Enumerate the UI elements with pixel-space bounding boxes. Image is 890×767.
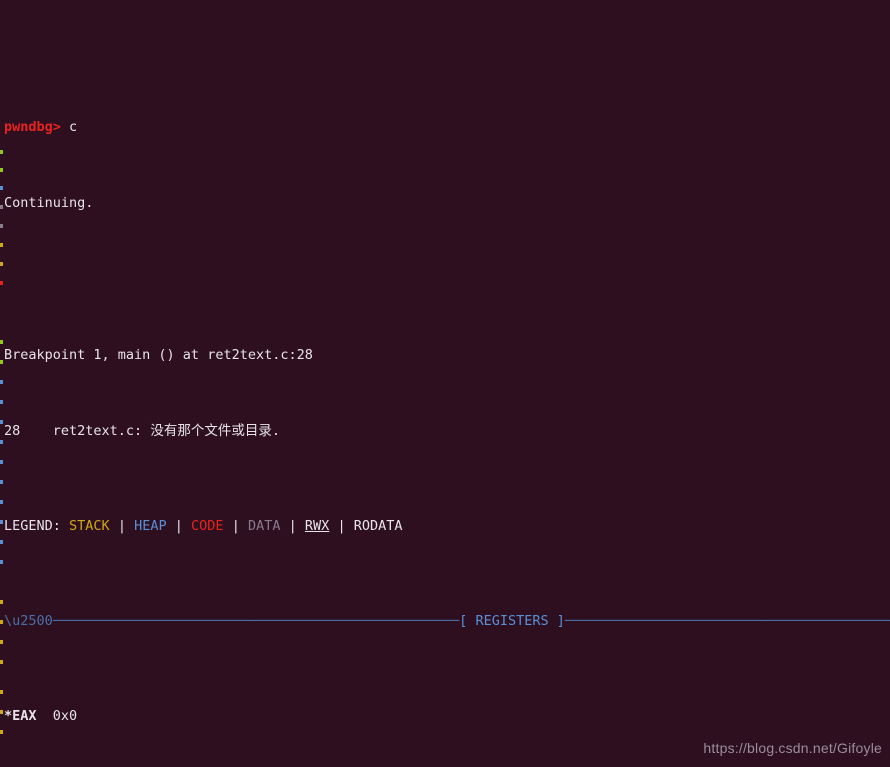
- legend-data: DATA: [247, 518, 281, 534]
- memory-region-tick: [0, 500, 3, 504]
- registers-title: REGISTERS: [475, 613, 549, 629]
- memory-region-tick: [0, 420, 3, 424]
- reg-star-eax: *: [4, 708, 13, 724]
- prompt-label: pwndbg>: [4, 119, 61, 135]
- memory-region-tick: [0, 262, 3, 266]
- memory-region-tick: [0, 480, 3, 484]
- memory-map-gutter: [0, 0, 3, 767]
- continuing-text: Continuing.: [4, 195, 94, 211]
- memory-region-tick: [0, 281, 3, 285]
- memory-region-tick: [0, 730, 3, 734]
- source-line-text: ret2text.c: 没有那个文件或目录.: [52, 423, 280, 439]
- breakpoint-text: Breakpoint 1, main () at ret2text.c:28: [4, 347, 313, 363]
- legend-label: LEGEND:: [4, 518, 61, 534]
- memory-region-tick: [0, 224, 3, 228]
- memory-region-tick: [0, 710, 3, 714]
- memory-region-tick: [0, 440, 3, 444]
- memory-region-tick: [0, 540, 3, 544]
- memory-region-tick: [0, 600, 3, 604]
- prompt-command[interactable]: c: [69, 119, 77, 135]
- memory-region-tick: [0, 360, 3, 364]
- memory-region-tick: [0, 380, 3, 384]
- memory-region-tick: [0, 340, 3, 344]
- legend-sep-1: |: [117, 518, 126, 534]
- legend-line: LEGEND: STACK | HEAP | CODE | DATA | RWX…: [0, 517, 890, 536]
- reg-name-eax: EAX: [12, 708, 37, 724]
- memory-region-tick: [0, 690, 3, 694]
- memory-region-tick: [0, 243, 3, 247]
- legend-heap: HEAP: [134, 518, 167, 534]
- memory-region-tick: [0, 150, 3, 154]
- source-line-number: 28: [4, 423, 21, 439]
- memory-region-tick: [0, 660, 3, 664]
- watermark: https://blog.csdn.net/Gifoyle: [703, 740, 882, 756]
- breakpoint-line: Breakpoint 1, main () at ret2text.c:28: [0, 346, 890, 365]
- terminal-window: pwndbg> c Continuing. Breakpoint 1, main…: [0, 0, 890, 767]
- memory-region-tick: [0, 560, 3, 564]
- memory-region-tick: [0, 460, 3, 464]
- memory-region-tick: [0, 168, 3, 172]
- memory-region-tick: [0, 205, 3, 209]
- legend-code: CODE: [191, 518, 224, 534]
- memory-region-tick: [0, 620, 3, 624]
- registers-banner: \u2500──────────────────────────────────…: [4, 613, 890, 629]
- memory-region-tick: [0, 400, 3, 404]
- memory-region-tick: [0, 186, 3, 190]
- legend-sep-2: |: [174, 518, 183, 534]
- legend-sep-3: |: [231, 518, 240, 534]
- register-row-eax: *EAX 0x0: [0, 707, 890, 726]
- source-line: 28 ret2text.c: 没有那个文件或目录.: [0, 422, 890, 441]
- reg-value-eax: 0x0: [52, 708, 78, 724]
- memory-region-tick: [0, 640, 3, 644]
- legend-rwx: RWX: [304, 518, 330, 534]
- legend-sep-4: |: [288, 518, 297, 534]
- continuing-line: Continuing.: [0, 194, 890, 213]
- memory-region-tick: [0, 520, 3, 524]
- legend-stack: STACK: [69, 518, 110, 534]
- legend-rodata: RODATA: [353, 518, 403, 534]
- legend-sep-5: |: [337, 518, 346, 534]
- prompt-line: pwndbg> c: [0, 118, 890, 137]
